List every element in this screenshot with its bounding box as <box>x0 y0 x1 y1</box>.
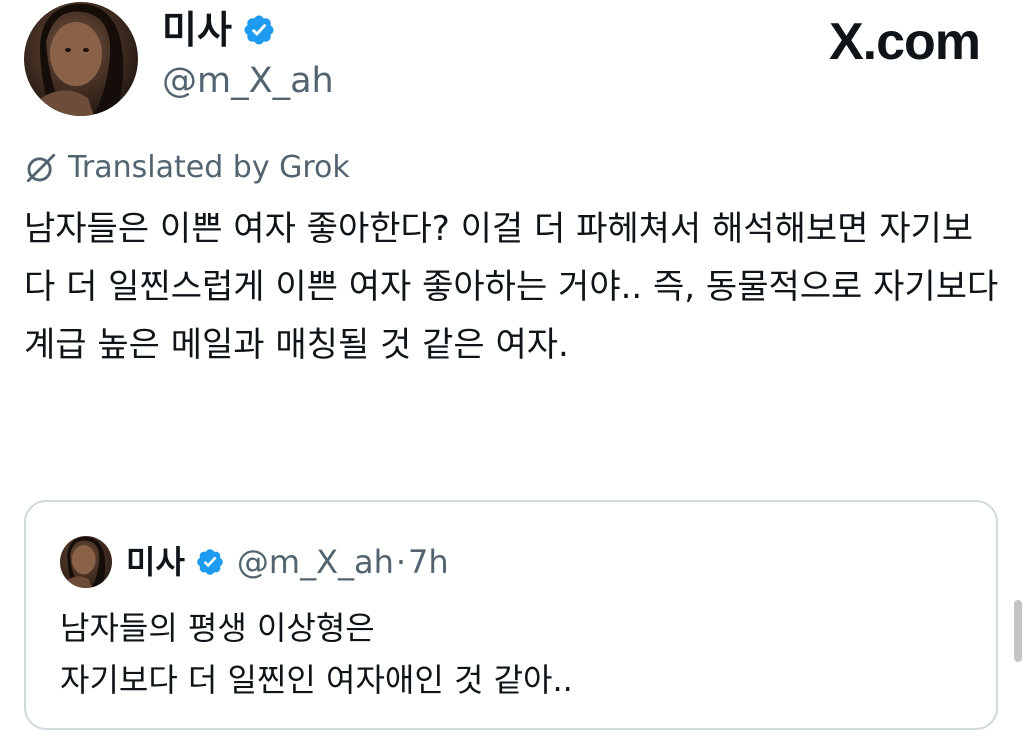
translated-label: Translated by Grok <box>24 148 350 188</box>
quoted-text-line: 남자들의 평생 이상형은 <box>60 609 375 647</box>
quoted-display-name[interactable]: 미사 <box>126 538 185 586</box>
quoted-avatar[interactable] <box>60 536 112 588</box>
quoted-handle[interactable]: @m_X_ah <box>237 538 394 586</box>
avatar-photo <box>34 3 124 116</box>
quoted-timestamp[interactable]: 7h <box>408 538 449 586</box>
display-name[interactable]: 미사 <box>162 8 276 52</box>
quoted-text-line: 자기보다 더 일찐인 여자애인 것 같아.. <box>60 661 573 699</box>
verified-badge-icon[interactable] <box>242 13 276 47</box>
avatar[interactable] <box>24 2 138 116</box>
scrollbar[interactable] <box>1014 600 1022 662</box>
separator-dot: · <box>395 543 407 581</box>
tweet-text: 남자들은 이쁜 여자 좋아한다? 이걸 더 파헤쳐서 해석해보면 자기보다 더 … <box>24 209 1010 365</box>
translated-label-text: Translated by Grok <box>68 150 350 185</box>
quoted-header: 미사 @m_X_ah · 7h <box>126 538 449 586</box>
display-name-text: 미사 <box>162 8 232 52</box>
quoted-avatar-photo <box>64 536 106 588</box>
quoted-text: 남자들의 평생 이상형은 자기보다 더 일찐인 여자애인 것 같아.. <box>60 602 980 706</box>
verified-badge-icon <box>197 549 223 575</box>
handle[interactable]: @m_X_ah <box>162 60 334 102</box>
tweet-screenshot: 미사 @m_X_ah X.com Translated by Grok 남자들은… <box>0 0 1024 742</box>
brand-logo: X.com <box>828 13 981 71</box>
translate-icon <box>26 153 56 183</box>
quoted-tweet-card[interactable]: 미사 @m_X_ah · 7h 남자들의 평생 이상형은 자기보다 더 일찐인 … <box>24 500 998 730</box>
